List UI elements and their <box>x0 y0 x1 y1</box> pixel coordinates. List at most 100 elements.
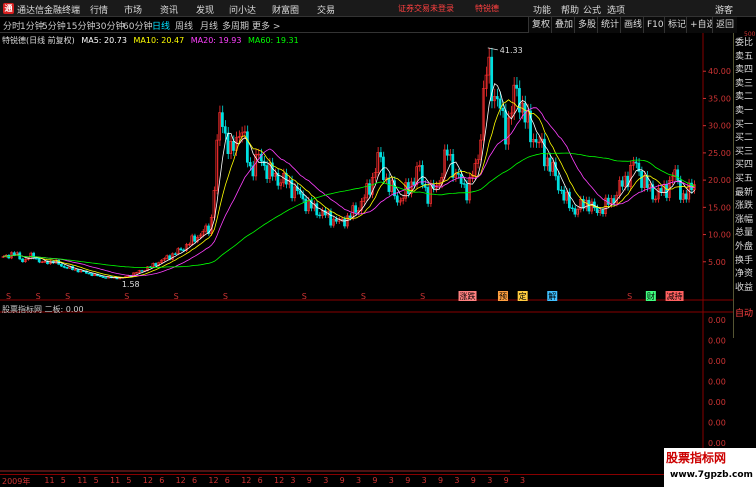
period-tab-2[interactable]: 5分钟 <box>42 19 66 32</box>
period-tab-5[interactable]: 60分钟 <box>123 19 152 32</box>
candle-body <box>62 265 66 268</box>
event-marker-6[interactable]: S <box>302 292 307 301</box>
period-tab-3[interactable]: 15分钟 <box>66 19 95 32</box>
period-tab-1[interactable]: 1分钟 <box>20 19 44 32</box>
quote-label-4: 卖二 <box>735 92 754 103</box>
tool-button-4[interactable]: 画线 <box>620 17 646 33</box>
event-marker-5[interactable]: S <box>223 292 228 301</box>
menu-item-6[interactable]: 交易 <box>317 3 335 16</box>
tool-button-2[interactable]: 多股 <box>574 17 600 33</box>
menu-item-0[interactable]: 行情 <box>90 3 108 16</box>
event-marker-9[interactable]: 涨跌 <box>460 291 476 301</box>
date-tick-13: 12 <box>241 476 252 485</box>
login-notice[interactable]: 证券交易未登录 <box>398 3 454 14</box>
tool-button-0[interactable]: 复权 <box>528 17 554 33</box>
candle-body <box>104 277 108 279</box>
ma20-line <box>3 107 695 277</box>
menu-item-2[interactable]: 资讯 <box>160 3 178 16</box>
event-marker-12[interactable]: 解 <box>548 291 556 301</box>
date-tick-4: 5 <box>93 476 99 485</box>
candle-body <box>465 183 469 201</box>
tool-button-3[interactable]: 统计 <box>597 17 623 33</box>
quote-label-10: 买五 <box>735 174 754 184</box>
date-tick-5: 11 <box>110 476 121 485</box>
candle-body <box>395 195 399 203</box>
event-marker-1[interactable]: S <box>36 292 41 301</box>
period-tab-0[interactable]: 分时 <box>3 19 21 32</box>
menu-item-1[interactable]: 市场 <box>124 3 142 16</box>
candle-body <box>412 181 416 185</box>
event-marker-8[interactable]: S <box>420 292 425 301</box>
period-tab-10[interactable]: 更多 > <box>252 19 280 32</box>
date-tick-22: 3 <box>388 476 394 485</box>
candle-body <box>354 205 358 213</box>
period-tab-4[interactable]: 30分钟 <box>95 19 124 32</box>
event-marker-10[interactable]: 预 <box>499 291 507 301</box>
legend-ma60: MA60: 19.31 <box>248 36 299 45</box>
date-tick-28: 3 <box>487 476 493 485</box>
quote-label-14: 总量 <box>735 228 754 239</box>
candle-body <box>59 263 63 267</box>
period-tab-9[interactable]: 多周期 <box>222 19 249 32</box>
candle-body <box>37 258 41 263</box>
date-tick-30: 3 <box>520 476 526 485</box>
candle-body <box>606 197 610 205</box>
right-menu-item-3[interactable]: 选项 <box>607 3 625 16</box>
right-menu-item-4[interactable]: 游客 <box>715 3 733 16</box>
tool-button-1[interactable]: 叠加 <box>551 17 577 33</box>
period-tab-8[interactable]: 月线 <box>200 19 218 32</box>
menu-item-5[interactable]: 财富圈 <box>272 3 299 16</box>
ma10-line <box>3 99 695 278</box>
menu-item-3[interactable]: 发现 <box>196 3 214 16</box>
quote-label-1: 卖五 <box>735 51 754 62</box>
candle-body <box>193 235 197 242</box>
menu-item-4[interactable]: 问小达 <box>229 3 256 16</box>
event-marker-2[interactable]: S <box>65 292 70 301</box>
event-marker-11[interactable]: 定 <box>519 291 527 301</box>
period-tab-6[interactable]: 日线 <box>152 19 170 32</box>
event-marker-14[interactable]: 财 <box>647 291 655 301</box>
candle-body <box>318 214 321 217</box>
right-menu-item-1[interactable]: 帮助 <box>561 3 579 16</box>
event-marker-15[interactable]: 减持 <box>667 291 683 301</box>
candle-body <box>459 173 463 184</box>
candle-body <box>445 149 449 156</box>
quote-panel-top: 500 <box>744 31 756 38</box>
date-tick-2: 5 <box>60 476 66 485</box>
date-tick-1: 11 <box>44 476 55 485</box>
candle-body <box>595 207 599 214</box>
candle-body <box>221 112 224 127</box>
candle-body <box>21 258 24 263</box>
date-tick-11: 12 <box>208 476 219 485</box>
candle-body <box>65 267 69 269</box>
event-marker-0[interactable]: S <box>6 292 11 301</box>
notice-stock[interactable]: 特锐德 <box>475 3 499 14</box>
event-marker-7[interactable]: S <box>361 292 366 301</box>
candle-body <box>12 252 16 256</box>
tool-button-8[interactable]: 返回 <box>712 17 738 33</box>
candle-body <box>35 257 38 260</box>
candle-body <box>634 161 638 164</box>
event-marker-3[interactable]: S <box>124 292 129 301</box>
y-tick-4: 20.00 <box>708 176 731 185</box>
right-menu-item-0[interactable]: 功能 <box>533 3 551 16</box>
date-tick-18: 3 <box>323 476 329 485</box>
event-marker-13[interactable]: S <box>627 292 632 301</box>
candle-body <box>245 131 249 163</box>
right-menu-item-2[interactable]: 公式 <box>583 3 601 16</box>
quote-label-0: 委比 <box>735 38 754 48</box>
auto-button[interactable]: 自动 <box>735 306 753 319</box>
app-title: 通达信金融终端 <box>17 6 81 16</box>
period-tab-7[interactable]: 周线 <box>175 19 193 32</box>
date-tick-0: 2009年 <box>2 477 31 486</box>
candle-body <box>573 208 577 215</box>
date-tick-17: 9 <box>306 476 312 485</box>
date-tick-8: 6 <box>159 476 165 485</box>
ma5-line <box>3 82 695 279</box>
candle-body <box>556 175 560 191</box>
event-marker-4[interactable]: S <box>174 292 179 301</box>
kline-chart[interactable]: 40.00 35.00 30.00 25.00 20.00 15.00 10.00 5.00 0… <box>0 33 733 473</box>
candle-body <box>262 160 266 166</box>
candle-body <box>379 152 383 158</box>
candle-body <box>495 96 499 100</box>
